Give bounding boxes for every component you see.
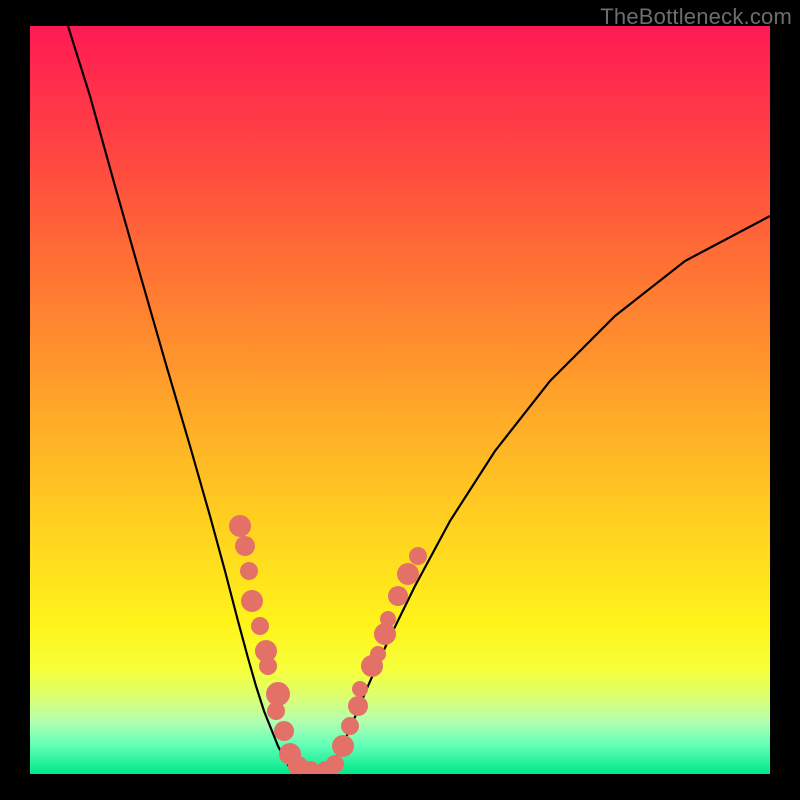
- curve-marker-dot: [259, 657, 277, 675]
- curve-markers: [229, 515, 427, 774]
- watermark-text: TheBottleneck.com: [600, 4, 792, 30]
- curve-marker-dot: [352, 681, 368, 697]
- curve-marker-dot: [235, 536, 255, 556]
- curve-marker-dot: [348, 696, 368, 716]
- curve-marker-dot: [241, 590, 263, 612]
- chart-frame: TheBottleneck.com: [0, 0, 800, 800]
- chart-plot-area: [30, 26, 770, 774]
- curve-marker-dot: [326, 755, 344, 773]
- curve-marker-dot: [332, 735, 354, 757]
- curve-right: [330, 216, 770, 768]
- curve-marker-dot: [380, 611, 396, 627]
- curve-marker-dot: [341, 717, 359, 735]
- curve-marker-dot: [397, 563, 419, 585]
- curve-marker-dot: [229, 515, 251, 537]
- curve-marker-dot: [388, 586, 408, 606]
- chart-svg: [30, 26, 770, 774]
- curve-marker-dot: [370, 646, 386, 662]
- curve-marker-dot: [251, 617, 269, 635]
- curve-marker-dot: [409, 547, 427, 565]
- curve-marker-dot: [240, 562, 258, 580]
- curve-marker-dot: [274, 721, 294, 741]
- curve-marker-dot: [267, 702, 285, 720]
